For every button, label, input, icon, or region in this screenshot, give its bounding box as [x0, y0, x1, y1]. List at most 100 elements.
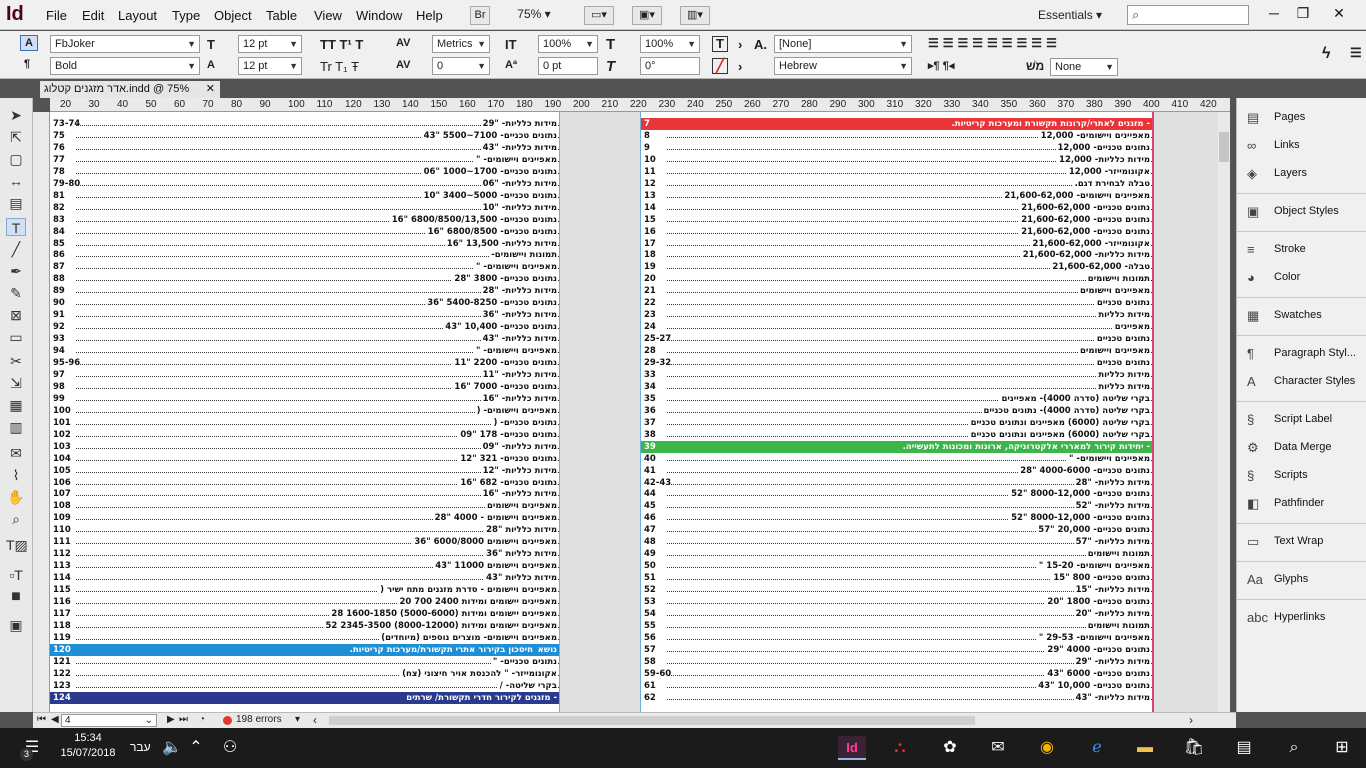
free-transform-tool-icon[interactable]: ⇲ — [6, 374, 26, 392]
toc-row[interactable]: 41 נתונים טכניים- 4000-6000 "28 — [641, 464, 1152, 477]
toc-row[interactable]: 28 מאפיינים ויישומים — [641, 345, 1152, 358]
panel-scripts[interactable]: § Scripts — [1237, 464, 1366, 488]
gap-tool-icon[interactable]: ↔ — [6, 172, 26, 190]
paragraph-formatting-icon[interactable]: ¶ — [24, 58, 30, 70]
search-input[interactable]: ⌕ — [1127, 5, 1249, 25]
error-count[interactable]: 198 errors — [236, 714, 282, 725]
zoom-tool-icon[interactable]: ⌕ — [6, 510, 26, 528]
toc-row[interactable]: 81 נתונים טכניים- 5000~3400 "10 — [50, 189, 559, 202]
character-formatting-icon[interactable]: A — [20, 35, 38, 51]
toc-row[interactable]: 94 מאפיינים ויישומים- " — [50, 345, 559, 358]
toc-row[interactable]: 38 בקרי שליטה (6000) מאפיינים ונתונים טכנ… — [641, 428, 1152, 441]
toc-row[interactable]: 34 מידות כלליות — [641, 380, 1152, 393]
page-number-field[interactable]: 4 ⌄ — [61, 714, 157, 727]
scissors-tool-icon[interactable]: ✂ — [6, 352, 26, 370]
panel-color[interactable]: ◕ Color — [1237, 266, 1366, 290]
toc-row[interactable]: 9 נתונים טכניים- 12,000 — [641, 141, 1152, 154]
language-field[interactable]: Hebrew ▼ — [774, 57, 912, 75]
toc-row[interactable]: 113 מאפיינים ויישומים 11000 "43 — [50, 560, 559, 573]
panel-script-label[interactable]: § Script Label — [1237, 408, 1366, 432]
toc-row[interactable]: 10 מידות כלליות- 12,000 — [641, 153, 1152, 166]
panel-object-styles[interactable]: ▣ Object Styles — [1237, 200, 1366, 224]
toc-row[interactable]: 104 נתונים טכניים- 321 "12 — [50, 452, 559, 465]
toc-row[interactable]: 108 מאפיינים ויישומים — [50, 500, 559, 513]
chrome-taskbar-icon[interactable]: ◉ — [1035, 736, 1059, 760]
workspace-switcher[interactable]: Essentials ▾ — [1038, 8, 1102, 22]
toc-row[interactable]: 100 מאפיינים ויישומים- ( — [50, 404, 559, 417]
toc-row[interactable]: 45 מידות כלליות- "52 — [641, 500, 1152, 513]
small-caps-icon[interactable]: Tr T₁ Ŧ — [320, 59, 359, 74]
horizontal-scale-field[interactable]: 100% ▼ — [640, 35, 700, 53]
paint-taskbar-icon[interactable]: ✿ — [938, 736, 962, 760]
toc-row[interactable]: 103 מידות כלליות- "09 — [50, 440, 559, 453]
toc-row[interactable]: 52 מידות כלליות- "15 — [641, 584, 1152, 597]
arrange-documents-button[interactable]: ▥▾ — [680, 6, 710, 25]
tracking-field[interactable]: 0 ▼ — [432, 57, 490, 75]
minimize-button[interactable]: ─ — [1261, 2, 1287, 24]
scroll-thumb[interactable] — [1219, 132, 1229, 162]
panel-layers[interactable]: ◈ Layers — [1237, 162, 1366, 186]
toc-row[interactable]: 25-27 נתונים טכניים — [641, 333, 1152, 346]
toc-row[interactable]: 23 מידות כלליות — [641, 309, 1152, 322]
eyedropper-tool-icon[interactable]: ⌇ — [6, 466, 26, 484]
gradient-swatch-tool-icon[interactable]: ▦ — [6, 396, 26, 414]
panel-stroke[interactable]: ≡ Stroke — [1237, 238, 1366, 262]
line-tool-icon[interactable]: ╱ — [6, 240, 26, 258]
chevron-down-icon[interactable]: ▾ — [295, 714, 300, 725]
acrobat-taskbar-icon[interactable]: ⛬ — [888, 736, 912, 760]
page-tool-icon[interactable]: ▢ — [6, 150, 26, 168]
chevron-right-icon[interactable]: › — [738, 59, 742, 74]
toc-row[interactable]: 17 אקונומייזר- 21,600-62,000 — [641, 237, 1152, 250]
toc-row[interactable]: 90 נתונים טכניים- 5400-8250 "36 — [50, 297, 559, 310]
toc-row[interactable]: 85 מידות כלליות- 13,500 "16 — [50, 237, 559, 250]
panel-swatches[interactable]: ▦ Swatches — [1237, 304, 1366, 328]
toc-row[interactable]: 62 מידות כלליות- "43 — [641, 691, 1152, 704]
toc-row[interactable]: 42-43 מידות כלליות- "28 — [641, 476, 1152, 489]
toc-row[interactable]: 19 טבלה- 21,600-62,000 — [641, 261, 1152, 274]
panel-paragraph-styl[interactable]: ¶ Paragraph Styl... — [1237, 342, 1366, 366]
leading-field[interactable]: 12 pt ▼ — [238, 57, 302, 75]
panel-links[interactable]: ∞ Links — [1237, 134, 1366, 158]
toc-row[interactable]: 114 מידות כלליות "43 — [50, 572, 559, 585]
chevron-up-icon[interactable]: ⌃ — [184, 736, 208, 760]
people-icon[interactable]: ⚇ — [218, 736, 242, 760]
toc-row[interactable]: 89 מידות כלליות- "28 — [50, 285, 559, 298]
toc-row[interactable]: 78 נתונים טכניים- 1700~1000 "06 — [50, 165, 559, 178]
toc-row[interactable]: 93 מידות כלליות- "43 — [50, 333, 559, 346]
clock[interactable]: 15:34 15/07/2018 — [58, 732, 118, 759]
toc-row[interactable]: 29-32 נתונים טכניים — [641, 357, 1152, 369]
toc-row[interactable]: 75 נתונים טכניים- 7100~5500 "43 — [50, 129, 559, 142]
zoom-dropdown[interactable]: 75% ▾ — [508, 6, 560, 25]
left-page[interactable]: 73-74 מידות כלליות- "29 75 נתונים טכניים- 7… — [50, 112, 560, 712]
first-page-icon[interactable]: ⏮ — [37, 714, 46, 725]
fill-stroke-icon[interactable]: T▨ — [6, 536, 28, 554]
toc-row[interactable]: 40 מאפיינים ויישומים- " — [641, 452, 1152, 465]
toc-row[interactable]: 57 נתונים טכניים- 4000 "29 — [641, 643, 1152, 656]
restore-button[interactable]: ❐ — [1290, 2, 1316, 24]
rectangle-frame-tool-icon[interactable]: ⊠ — [6, 306, 26, 324]
menu-table[interactable]: Table — [266, 8, 297, 23]
menu-help[interactable]: Help — [416, 8, 443, 23]
indesign-taskbar-icon[interactable]: Id — [838, 736, 866, 760]
gradient-feather-tool-icon[interactable]: ▥ — [6, 418, 26, 436]
prev-page-icon[interactable]: ◀ — [51, 714, 59, 725]
pencil-tool-icon[interactable]: ✎ — [6, 284, 26, 302]
toc-row[interactable]: 35 בקרי שליטה (סדרה 4000)- מאפיינים — [641, 392, 1152, 405]
language-indicator[interactable]: עבר — [130, 740, 151, 754]
toc-row[interactable]: 24 מאפיינים — [641, 321, 1152, 334]
toc-row[interactable]: 121 נתונים טכניים- " — [50, 655, 559, 668]
open-document-icon[interactable]: ◔ — [199, 714, 205, 725]
toc-row[interactable]: 91 מידות כלליות- "36 — [50, 309, 559, 322]
toc-row[interactable]: 116 מאפיינים יישומים ומידות 2400 700 20 — [50, 596, 559, 608]
paragraph-direction-icon[interactable]: ▸¶ ¶◂ — [928, 59, 954, 72]
toc-row[interactable]: 7 - מזגנים לאתרי/קרונות תקשורת ומערכות קר… — [641, 118, 1152, 130]
bridge-button[interactable]: Br — [470, 6, 490, 25]
menu-view[interactable]: View — [314, 8, 342, 23]
toc-row[interactable]: 109 מאפיינים ויישומים - 4000 "28 — [50, 512, 559, 525]
toc-row[interactable]: 51 נתונים טכניים- 800 "15 — [641, 572, 1152, 585]
toc-row[interactable]: 120 חיסכון בקירור אתרי תקשורת/מערכות קריט… — [50, 643, 559, 656]
volume-icon[interactable]: 🔈 — [160, 736, 184, 760]
toc-row[interactable]: 92 נתונים טכניים- 10,400 "43 — [50, 321, 559, 334]
toc-row[interactable]: 82 מידות כלליות- "10 — [50, 201, 559, 214]
type-tool-icon[interactable]: T — [6, 218, 26, 236]
